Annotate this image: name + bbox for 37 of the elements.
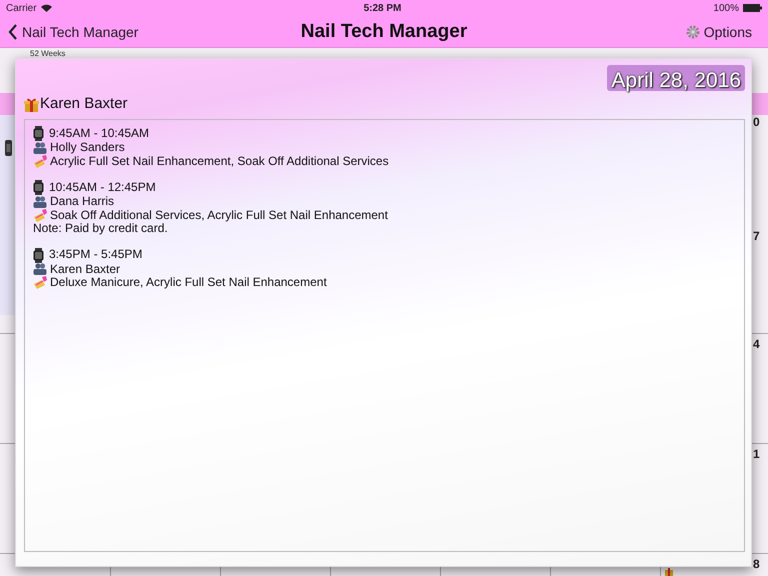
appointment-time: 3:45PM - 5:45PM (49, 248, 142, 262)
weeks-label: 52 Weeks (30, 49, 66, 58)
status-time: 5:28 PM (364, 2, 402, 16)
day-number: 1 (753, 446, 760, 463)
gift-icon (664, 568, 674, 576)
appointment-time: 10:45AM - 12:45PM (49, 180, 156, 194)
day-number: 8 (753, 556, 760, 573)
day-number: 7 (753, 228, 760, 245)
day-number: 0 (753, 114, 760, 131)
services-text: Acrylic Full Set Nail Enhancement, Soak Off Additional Services (50, 154, 389, 168)
battery-icon (743, 4, 762, 12)
customer-name: Dana Harris (50, 195, 114, 208)
watch-icon (33, 248, 44, 262)
people-icon (33, 142, 47, 154)
watch-icon (33, 126, 44, 141)
client-name: Karen Baxter (40, 94, 128, 114)
date-heading: April 28, 2016 (607, 65, 745, 91)
screen-title: Nail Tech Manager (300, 20, 468, 44)
customer-name: Holly Sanders (50, 141, 125, 154)
gift-icon (24, 96, 39, 112)
options-button[interactable]: Options (686, 22, 752, 42)
watch-icon (5, 140, 12, 156)
services-text: Deluxe Manicure, Acrylic Full Set Nail Enhancement (50, 276, 327, 290)
battery-percent: 100% (713, 2, 739, 16)
appointment-note: Note: Paid by credit card. (33, 222, 169, 236)
customer-name: Karen Baxter (50, 262, 120, 276)
services-text: Soak Off Additional Services, Acrylic Full Set Nail Enhancement (50, 208, 388, 222)
wifi-icon (40, 4, 52, 12)
gear-icon (686, 25, 700, 39)
carrier-label: Carrier (6, 2, 37, 16)
back-button[interactable]: Nail Tech Manager (8, 22, 138, 42)
appointment-time: 9:45AM - 10:45AM (49, 126, 150, 140)
watch-icon (33, 180, 44, 195)
back-chevron-icon (8, 24, 18, 40)
people-icon (33, 263, 47, 276)
people-icon (33, 196, 47, 208)
day-number: 4 (753, 336, 760, 353)
